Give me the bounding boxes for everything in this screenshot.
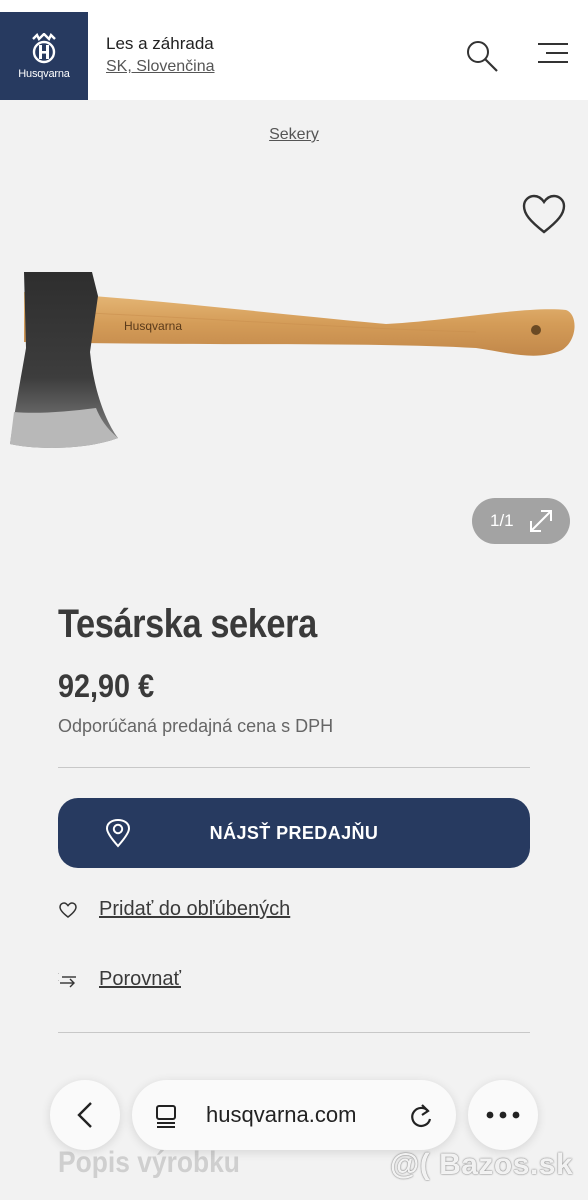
site-header: Husqvarna Les a záhrada SK, Slovenčina — [0, 0, 588, 100]
compare-label: Porovnať — [99, 968, 181, 990]
heart-icon[interactable] — [520, 192, 568, 236]
bazos-watermark: @( Bazos.sk — [390, 1148, 574, 1181]
chevron-left-icon — [77, 1102, 92, 1128]
browser-address-bar[interactable]: husqvarna.com — [132, 1080, 456, 1150]
product-title: Tesárska sekera — [58, 602, 317, 646]
reload-icon[interactable] — [408, 1102, 434, 1130]
location-pin-icon — [105, 818, 131, 848]
gallery-counter[interactable]: 1/1 — [472, 498, 570, 544]
add-to-favorites-link[interactable]: Pridať do obľúbených — [58, 898, 290, 921]
site-title: Les a záhrada — [106, 34, 214, 53]
compare-link[interactable]: Porovnať — [58, 968, 181, 991]
search-icon[interactable] — [464, 38, 500, 74]
husqvarna-logo[interactable]: Husqvarna — [0, 12, 88, 100]
language-selector[interactable]: SK, Slovenčina — [106, 58, 215, 76]
expand-icon — [530, 510, 552, 532]
divider — [58, 767, 530, 768]
compare-arrows-icon — [58, 970, 78, 990]
breadcrumb: Sekery — [0, 126, 588, 144]
browser-back-button[interactable] — [50, 1080, 120, 1150]
browser-more-button[interactable] — [468, 1080, 538, 1150]
breadcrumb-link-sekery[interactable]: Sekery — [269, 126, 319, 143]
product-price: 92,90 € — [58, 668, 155, 704]
svg-text:Husqvarna: Husqvarna — [124, 319, 182, 333]
tabs-icon — [156, 1105, 176, 1128]
logo-wordmark: Husqvarna — [18, 67, 70, 80]
more-dots-icon — [486, 1111, 520, 1119]
find-store-button[interactable]: NÁJSŤ PREDAJŇU — [58, 798, 530, 868]
add-to-favorites-label: Pridať do obľúbených — [99, 898, 291, 920]
find-store-label: NÁJSŤ PREDAJŇU — [209, 822, 379, 843]
menu-icon[interactable] — [534, 40, 570, 70]
crown-h-logo-icon — [32, 32, 56, 63]
heart-outline-icon — [58, 900, 78, 920]
image-brand-label: Husqvarna — [124, 319, 182, 333]
product-image-axe[interactable]: Husqvarna — [6, 262, 580, 458]
gallery-counter-text: 1/1 — [490, 511, 514, 530]
divider — [58, 1032, 530, 1033]
browser-url: husqvarna.com — [206, 1102, 357, 1127]
description-section-title[interactable]: Popis výrobku — [58, 1146, 240, 1180]
price-note: Odporúčaná predajná cena s DPH — [58, 716, 334, 736]
